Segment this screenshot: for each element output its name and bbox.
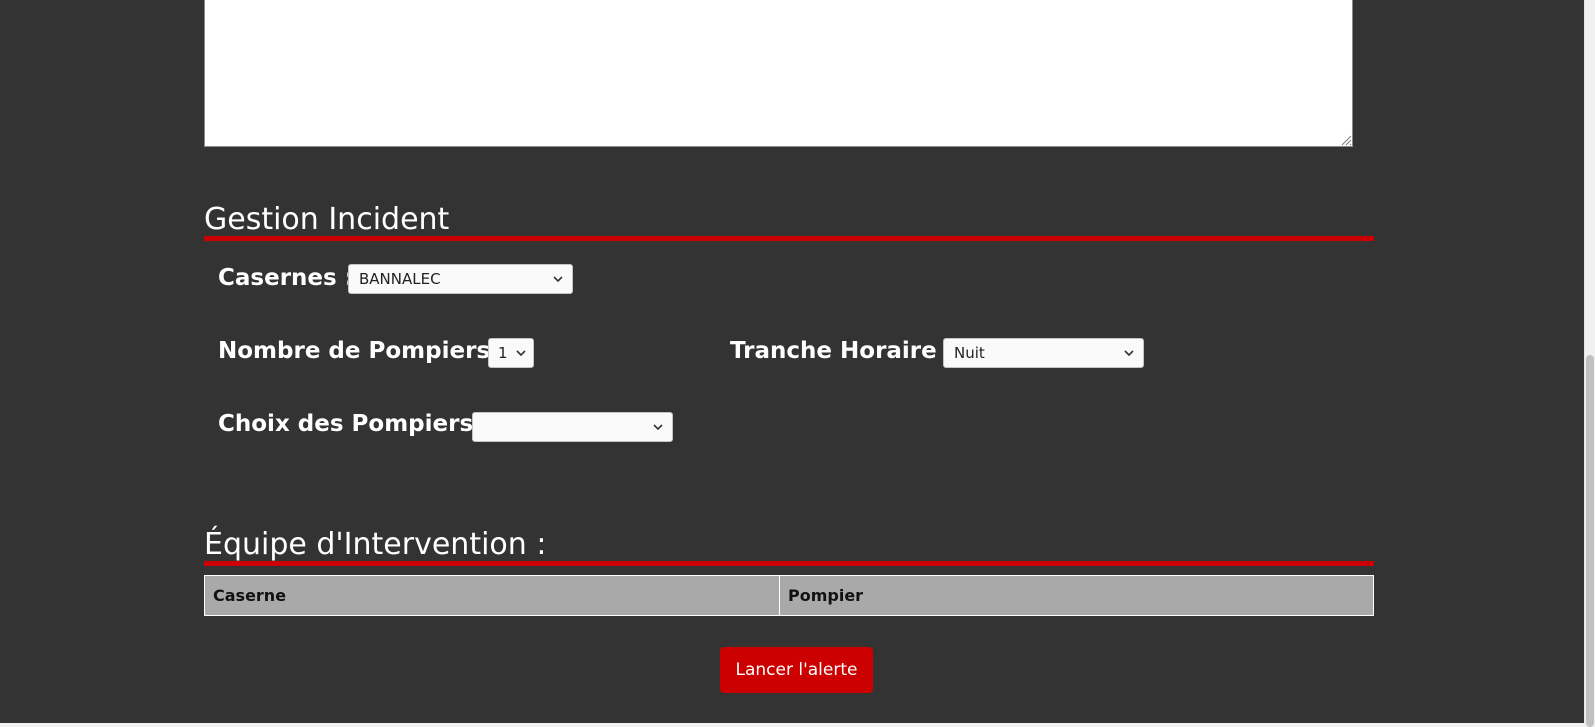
nombre-pompiers-label: Nombre de Pompiers : bbox=[218, 338, 508, 364]
bottom-edge bbox=[0, 723, 1585, 727]
tranche-horaire-label: Tranche Horaire : bbox=[730, 338, 954, 364]
choix-pompiers-label: Choix des Pompiers : bbox=[218, 411, 491, 437]
table-header-row: Caserne Pompier bbox=[204, 575, 1374, 616]
tranche-horaire-value: Nuit bbox=[954, 344, 985, 362]
casernes-label: Casernes : bbox=[218, 265, 354, 291]
page: Gestion Incident Casernes : BANNALEC Nom… bbox=[0, 0, 1595, 727]
chevron-down-icon bbox=[653, 424, 663, 431]
chevron-down-icon bbox=[1124, 350, 1134, 357]
lancer-alerte-button[interactable]: Lancer l'alerte bbox=[720, 647, 873, 693]
column-header-caserne: Caserne bbox=[204, 575, 780, 616]
resize-grip-icon[interactable] bbox=[1340, 134, 1352, 146]
scrollbar-thumb[interactable] bbox=[1586, 355, 1594, 727]
nombre-pompiers-value: 1 bbox=[498, 344, 508, 362]
gestion-incident-divider bbox=[204, 236, 1374, 241]
casernes-select-value: BANNALEC bbox=[359, 270, 441, 288]
description-textarea[interactable] bbox=[204, 0, 1353, 147]
choix-pompiers-select[interactable] bbox=[472, 412, 673, 442]
nombre-pompiers-select[interactable]: 1 bbox=[488, 338, 534, 368]
chevron-down-icon bbox=[553, 276, 563, 283]
vertical-scrollbar[interactable] bbox=[1584, 0, 1595, 727]
equipe-table: Caserne Pompier bbox=[204, 575, 1374, 616]
chevron-down-icon bbox=[516, 350, 526, 357]
equipe-intervention-divider bbox=[204, 561, 1374, 566]
column-header-pompier: Pompier bbox=[779, 575, 1374, 616]
tranche-horaire-select[interactable]: Nuit bbox=[943, 338, 1144, 368]
casernes-select[interactable]: BANNALEC bbox=[348, 264, 573, 294]
equipe-intervention-title: Équipe d'Intervention : bbox=[204, 527, 547, 562]
gestion-incident-title: Gestion Incident bbox=[204, 202, 450, 237]
